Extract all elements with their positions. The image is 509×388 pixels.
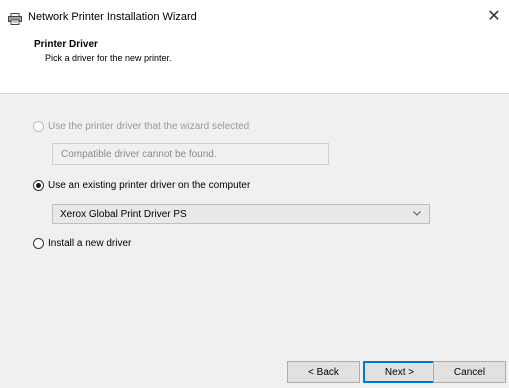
radio-install-new[interactable]: Install a new driver — [33, 236, 131, 250]
window-title: Network Printer Installation Wizard — [28, 11, 197, 23]
page-title: Printer Driver — [34, 39, 98, 50]
wizard-driver-field: Compatible driver cannot be found. — [52, 143, 329, 165]
back-button[interactable]: < Back — [287, 361, 360, 383]
wizard-footer: < Back Next > Cancel — [0, 349, 509, 388]
driver-dropdown-value: Xerox Global Print Driver PS — [60, 209, 187, 220]
radio-existing-driver[interactable]: Use an existing printer driver on the co… — [33, 178, 250, 192]
close-icon[interactable]: ✕ — [485, 8, 503, 26]
radio-label-install-new: Install a new driver — [48, 237, 132, 249]
radio-button-unchecked[interactable] — [33, 120, 44, 132]
radio-button-unchecked[interactable] — [33, 237, 44, 249]
chevron-down-icon[interactable] — [412, 208, 422, 218]
wizard-header: Printer Driver Pick a driver for the new… — [0, 30, 509, 94]
page-subtitle: Pick a driver for the new printer. — [45, 53, 172, 63]
wizard-content: Use the printer driver that the wizard s… — [0, 95, 509, 349]
next-button[interactable]: Next > — [363, 361, 436, 383]
driver-dropdown[interactable]: Xerox Global Print Driver PS — [52, 204, 430, 224]
radio-button-checked[interactable] — [33, 179, 44, 191]
radio-wizard-selected[interactable]: Use the printer driver that the wizard s… — [33, 119, 249, 133]
title-bar: Network Printer Installation Wizard ✕ — [0, 0, 509, 30]
radio-label-existing-driver: Use an existing printer driver on the co… — [48, 179, 251, 191]
radio-label-wizard-selected: Use the printer driver that the wizard s… — [48, 120, 250, 132]
wizard-window: Network Printer Installation Wizard ✕ Pr… — [0, 0, 509, 388]
cancel-button[interactable]: Cancel — [433, 361, 506, 383]
printer-icon — [8, 12, 22, 25]
